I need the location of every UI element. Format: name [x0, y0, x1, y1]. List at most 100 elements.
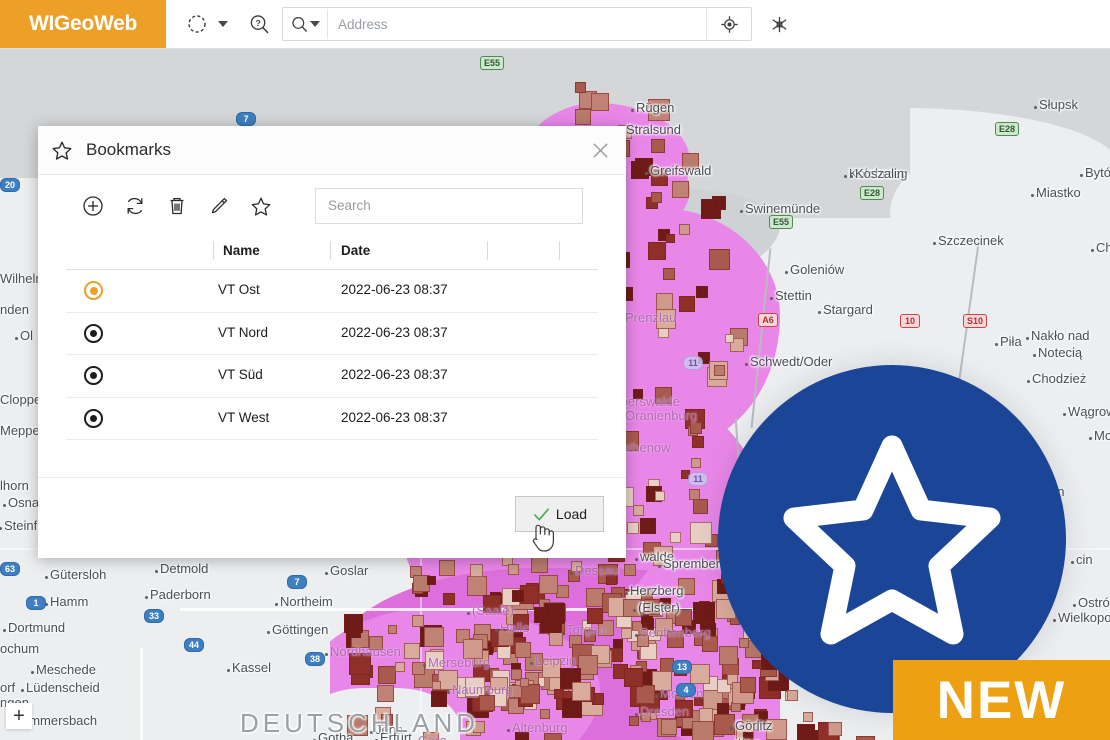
select-tool-dropdown[interactable] — [214, 7, 232, 41]
map-data-square[interactable] — [515, 642, 531, 658]
map-data-square[interactable] — [856, 736, 875, 740]
map-data-square[interactable] — [725, 334, 734, 343]
column-separator[interactable] — [330, 241, 331, 260]
map-data-square[interactable] — [520, 678, 529, 687]
map-data-square[interactable] — [562, 698, 582, 718]
map-data-square[interactable] — [412, 615, 424, 627]
map-data-square[interactable] — [689, 489, 700, 500]
map-data-square[interactable] — [803, 712, 813, 722]
table-row[interactable]: VT West 2022-06-23 08:37 — [66, 398, 598, 440]
map-data-square[interactable] — [531, 556, 548, 573]
map-data-square[interactable] — [691, 458, 701, 468]
column-separator[interactable] — [559, 241, 560, 260]
map-data-square[interactable] — [651, 139, 665, 153]
map-data-square[interactable] — [699, 708, 713, 722]
identify-tool-button[interactable]: ? — [242, 7, 276, 41]
map-data-square[interactable] — [591, 93, 609, 111]
map-data-square[interactable] — [432, 681, 441, 690]
map-data-square[interactable] — [467, 576, 487, 596]
map-data-square[interactable] — [627, 522, 639, 534]
row-select-radio[interactable] — [84, 366, 103, 385]
map-data-square[interactable] — [549, 632, 563, 646]
map-data-square[interactable] — [693, 499, 708, 514]
row-select-radio[interactable] — [84, 408, 103, 428]
map-data-square[interactable] — [439, 560, 455, 576]
map-data-square[interactable] — [479, 695, 495, 711]
map-data-square[interactable] — [344, 614, 363, 633]
map-data-square[interactable] — [655, 491, 665, 501]
map-data-square[interactable] — [656, 293, 673, 310]
map-data-square[interactable] — [640, 518, 656, 534]
map-data-square[interactable] — [497, 645, 511, 659]
map-data-square[interactable] — [377, 685, 394, 702]
network-tool-button[interactable] — [762, 7, 796, 41]
map-data-square[interactable] — [629, 716, 639, 726]
map-data-square[interactable] — [739, 638, 749, 648]
map-data-square[interactable] — [666, 234, 675, 243]
map-data-square[interactable] — [621, 628, 632, 639]
map-data-square[interactable] — [696, 286, 708, 298]
bookmarks-search-field[interactable] — [315, 188, 583, 224]
map-data-square[interactable] — [690, 522, 712, 544]
map-data-square[interactable] — [714, 714, 735, 735]
locate-me-button[interactable] — [706, 9, 751, 39]
map-data-square[interactable] — [578, 655, 598, 675]
map-zoom-in-button[interactable]: + — [6, 703, 32, 729]
refresh-bookmarks-button[interactable] — [114, 185, 156, 227]
address-input[interactable] — [328, 9, 706, 39]
load-button[interactable]: Load — [515, 496, 604, 532]
map-data-square[interactable] — [636, 685, 655, 704]
map-data-square[interactable] — [714, 365, 725, 376]
bookmarks-search-input[interactable] — [316, 189, 582, 221]
row-select-radio[interactable] — [84, 323, 103, 343]
column-separator[interactable] — [487, 241, 488, 260]
map-data-square[interactable] — [520, 684, 540, 704]
favorite-bookmark-button[interactable] — [240, 185, 282, 227]
map-data-square[interactable] — [740, 677, 756, 693]
select-tool-button[interactable] — [180, 7, 214, 41]
map-data-square[interactable] — [470, 564, 483, 577]
map-data-square[interactable] — [572, 682, 591, 701]
map-data-square[interactable] — [575, 82, 586, 93]
map-data-square[interactable] — [539, 575, 558, 594]
map-data-square[interactable] — [424, 627, 444, 647]
column-separator[interactable] — [213, 241, 214, 260]
search-mode-button[interactable] — [283, 9, 328, 39]
map-data-square[interactable] — [443, 593, 455, 605]
map-data-square[interactable] — [661, 719, 677, 735]
map-data-square[interactable] — [633, 505, 644, 516]
map-data-square[interactable] — [690, 422, 702, 434]
map-data-square[interactable] — [712, 196, 726, 210]
map-data-square[interactable] — [651, 192, 662, 203]
map-data-square[interactable] — [631, 161, 649, 179]
dialog-close-button[interactable] — [574, 126, 626, 174]
map-data-square[interactable] — [378, 666, 396, 684]
column-header-name[interactable]: Name — [223, 243, 260, 258]
app-logo[interactable]: WIGeoWeb — [0, 0, 166, 48]
map-data-square[interactable] — [624, 564, 636, 576]
table-row[interactable]: VT Süd 2022-06-23 08:37 — [66, 355, 598, 398]
map-data-square[interactable] — [709, 249, 730, 270]
map-data-square[interactable] — [679, 296, 695, 312]
map-data-square[interactable] — [672, 181, 689, 198]
map-data-square[interactable] — [512, 590, 524, 602]
map-data-square[interactable] — [690, 664, 710, 684]
map-data-square[interactable] — [540, 709, 550, 719]
row-select-radio[interactable] — [84, 281, 103, 300]
map-data-square[interactable] — [719, 646, 738, 665]
table-row[interactable]: VT Ost 2022-06-23 08:37 — [66, 270, 598, 313]
map-data-square[interactable] — [544, 603, 565, 624]
map-data-square[interactable] — [663, 268, 675, 280]
map-data-square[interactable] — [693, 602, 715, 624]
map-data-square[interactable] — [554, 689, 564, 699]
map-data-square[interactable] — [431, 691, 447, 707]
map-data-square[interactable] — [427, 576, 436, 585]
add-bookmark-button[interactable] — [72, 185, 114, 227]
map-data-square[interactable] — [692, 721, 714, 740]
table-row[interactable]: VT Nord 2022-06-23 08:37 — [66, 313, 598, 355]
map-data-square[interactable] — [679, 224, 690, 235]
map-data-square[interactable] — [388, 625, 397, 634]
map-data-square[interactable] — [395, 662, 405, 672]
edit-bookmark-button[interactable] — [198, 185, 240, 227]
map-data-square[interactable] — [648, 242, 666, 260]
